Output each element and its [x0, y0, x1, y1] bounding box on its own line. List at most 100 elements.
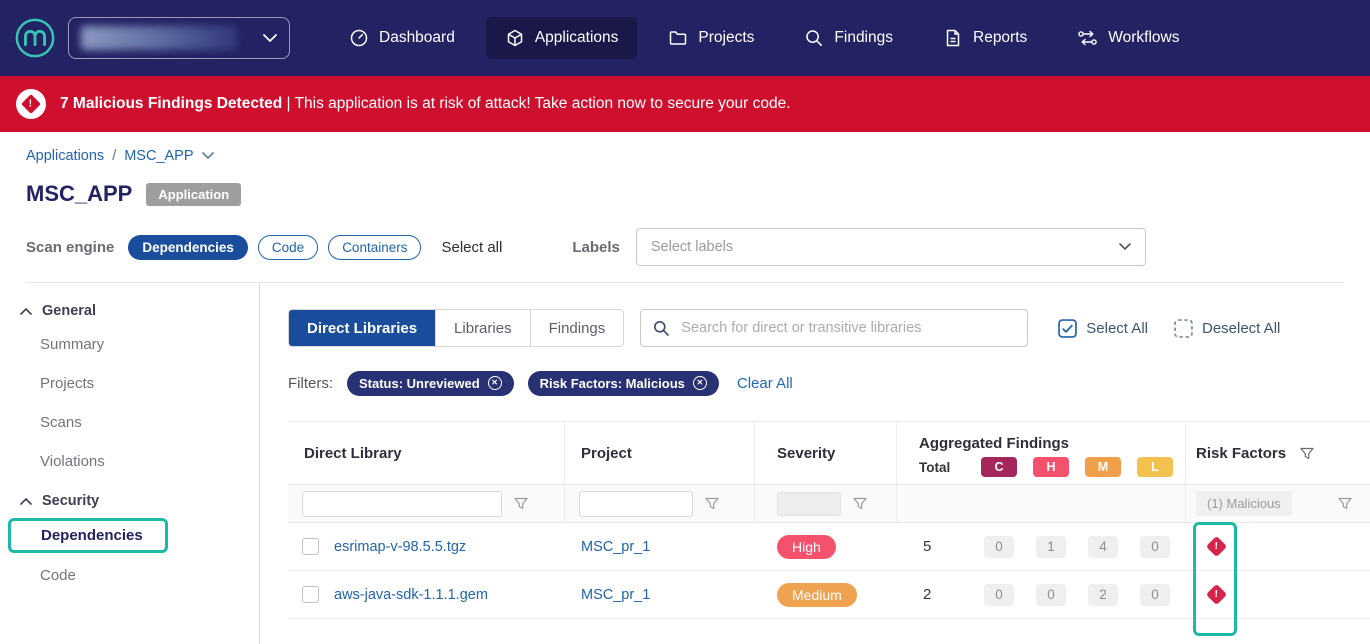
sidebar-section-title: Security: [42, 493, 99, 509]
malicious-risk-icon[interactable]: !: [1205, 584, 1227, 606]
direct-libraries-table: Direct Library Project Severity Aggregat…: [288, 421, 1370, 619]
filter-funnel-icon[interactable]: [705, 497, 719, 510]
sidebar-item-summary[interactable]: Summary: [0, 325, 259, 364]
checkbox-dashed-icon: [1174, 319, 1193, 338]
search-input[interactable]: [679, 319, 1015, 337]
scan-engine-dependencies-pill[interactable]: Dependencies: [128, 235, 248, 260]
low-count: 0: [1140, 584, 1170, 606]
filter-funnel-icon[interactable]: [514, 497, 528, 510]
severity-pill: Medium: [777, 583, 857, 607]
tab-libraries[interactable]: Libraries: [436, 310, 531, 346]
tab-findings[interactable]: Findings: [531, 310, 624, 346]
nav-label: Projects: [698, 29, 754, 47]
organization-selector[interactable]: [68, 17, 290, 59]
select-all-button[interactable]: Select All: [1058, 319, 1148, 338]
filter-chip-label: Risk Factors: Malicious: [540, 376, 685, 391]
findings-icon: [804, 28, 824, 48]
medium-badge: M: [1085, 457, 1121, 477]
chevron-up-icon: [20, 497, 32, 505]
severity-pill: High: [777, 535, 836, 559]
mend-logo-icon[interactable]: [14, 17, 56, 59]
project-filter-input[interactable]: [579, 491, 693, 517]
risk-factor-selected-filter[interactable]: (1) Malicious: [1196, 491, 1292, 516]
total-findings-count: 2: [897, 586, 973, 603]
direct-library-filter-input[interactable]: [302, 491, 502, 517]
scan-engine-containers-pill[interactable]: Containers: [328, 235, 421, 260]
filter-chip-status-unreviewed[interactable]: Status: Unreviewed ✕: [347, 371, 514, 396]
remove-filter-icon[interactable]: ✕: [488, 376, 502, 390]
labels-label: Labels: [572, 239, 620, 256]
scan-engine-row: Scan engine Dependencies Code Containers…: [26, 228, 1344, 266]
tab-direct-libraries[interactable]: Direct Libraries: [289, 310, 436, 346]
nav-item-workflows[interactable]: Workflows: [1058, 17, 1198, 59]
aggregated-findings-title: Aggregated Findings: [897, 424, 1185, 452]
library-link[interactable]: esrimap-v-98.5.5.tgz: [334, 539, 466, 555]
col-header-severity: Severity: [755, 422, 897, 484]
chevron-down-icon[interactable]: [202, 152, 214, 160]
nav-item-applications[interactable]: Applications: [486, 17, 638, 59]
sidebar-item-scans[interactable]: Scans: [0, 403, 259, 442]
select-all-label: Select All: [1086, 320, 1148, 337]
page-header: Applications / MSC_APP MSC_APP Applicati…: [0, 132, 1370, 283]
sidebar-item-code[interactable]: Code: [0, 556, 259, 595]
search-icon: [653, 320, 669, 336]
nav-label: Reports: [973, 29, 1027, 47]
checkbox-checked-icon: [1058, 319, 1077, 338]
table-filter-row: (1) Malicious: [288, 485, 1370, 523]
sidebar-section-security[interactable]: Security: [0, 481, 259, 515]
scan-engine-code-pill[interactable]: Code: [258, 235, 318, 260]
top-nav: Dashboard Applications Projects: [0, 0, 1370, 76]
breadcrumb-current-link[interactable]: MSC_APP: [124, 148, 193, 164]
malicious-risk-icon[interactable]: !: [1205, 536, 1227, 558]
alert-text-bold: 7 Malicious Findings Detected: [60, 95, 282, 112]
breadcrumb-separator: /: [112, 148, 116, 164]
chevron-down-icon: [1119, 243, 1131, 251]
page-title: MSC_APP: [26, 181, 132, 207]
row-checkbox[interactable]: [302, 538, 319, 555]
sidebar-item-projects[interactable]: Projects: [0, 364, 259, 403]
sidebar-section-general[interactable]: General: [0, 291, 259, 325]
content-area: General Summary Projects Scans Violation…: [0, 283, 1370, 644]
application-type-badge: Application: [146, 183, 241, 206]
highlight-annotation-dependencies: Dependencies: [8, 518, 168, 553]
scan-engine-select-all-link[interactable]: Select all: [441, 239, 502, 256]
nav-item-projects[interactable]: Projects: [649, 17, 773, 59]
high-count: 0: [1036, 584, 1066, 606]
nav-item-reports[interactable]: Reports: [924, 17, 1046, 59]
table-row: esrimap-v-98.5.5.tgz MSC_pr_1 High 5 0 1…: [288, 523, 1370, 571]
col-header-risk-factors: Risk Factors: [1186, 422, 1370, 484]
nav-label: Workflows: [1108, 29, 1179, 47]
main-nav: Dashboard Applications Projects: [330, 17, 1198, 59]
nav-item-findings[interactable]: Findings: [785, 17, 912, 59]
library-search: [640, 309, 1028, 347]
labels-select[interactable]: Select labels: [636, 228, 1146, 266]
alert-text: 7 Malicious Findings Detected | This app…: [60, 95, 791, 113]
sidebar-item-violations[interactable]: Violations: [0, 442, 259, 481]
medium-count: 4: [1088, 536, 1118, 558]
high-badge: H: [1033, 457, 1069, 477]
filter-chip-risk-malicious[interactable]: Risk Factors: Malicious ✕: [528, 371, 719, 396]
sidebar-item-dependencies[interactable]: Dependencies: [11, 521, 165, 550]
critical-count: 0: [984, 536, 1014, 558]
nav-label: Dashboard: [379, 29, 455, 47]
project-link[interactable]: MSC_pr_1: [581, 587, 650, 603]
library-link[interactable]: aws-java-sdk-1.1.1.gem: [334, 587, 488, 603]
table-header-row: Direct Library Project Severity Aggregat…: [288, 421, 1370, 485]
nav-label: Findings: [834, 29, 893, 47]
row-checkbox[interactable]: [302, 586, 319, 603]
project-link[interactable]: MSC_pr_1: [581, 539, 650, 555]
filter-funnel-icon[interactable]: [1300, 447, 1314, 460]
risk-factors-title: Risk Factors: [1196, 445, 1286, 462]
breadcrumb-applications-link[interactable]: Applications: [26, 148, 104, 164]
alert-text-body: This application is at risk of attack! T…: [295, 95, 791, 112]
low-count: 0: [1140, 536, 1170, 558]
filter-funnel-icon[interactable]: [1338, 497, 1352, 510]
remove-filter-icon[interactable]: ✕: [693, 376, 707, 390]
filters-label: Filters:: [288, 375, 333, 392]
deselect-all-button[interactable]: Deselect All: [1174, 319, 1280, 338]
filter-chip-label: Status: Unreviewed: [359, 376, 480, 391]
clear-all-filters-link[interactable]: Clear All: [737, 375, 793, 392]
chevron-up-icon: [20, 307, 32, 315]
filter-funnel-icon[interactable]: [853, 497, 867, 510]
nav-item-dashboard[interactable]: Dashboard: [330, 17, 474, 59]
